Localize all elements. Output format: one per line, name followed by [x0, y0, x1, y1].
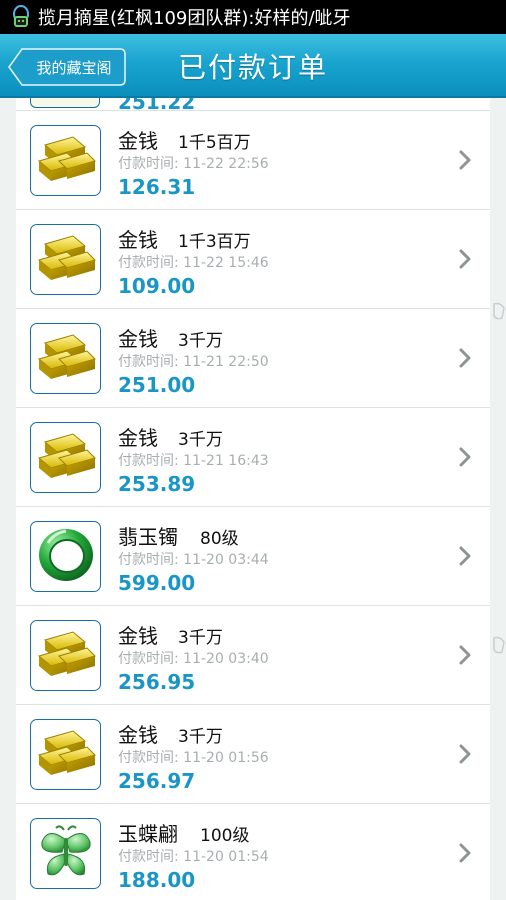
page-title: 已付款订单: [177, 51, 328, 84]
chevron-right-icon[interactable]: [458, 743, 472, 765]
item-thumbnail: [30, 620, 101, 691]
order-price: 251.00: [118, 373, 196, 397]
order-list-item[interactable]: 翡玉镯 80级 付款时间: 11-20 03:44 599.00: [16, 507, 490, 606]
item-thumbnail: [30, 125, 101, 196]
jade-butterfly-icon: [34, 820, 98, 888]
payment-time: 付款时间: 11-20 03:40: [118, 651, 269, 667]
chevron-right-icon[interactable]: [458, 149, 472, 171]
order-list-item[interactable]: 金钱 3千万 付款时间: 11-21 22:50 251.00: [16, 309, 490, 408]
gold-ingot-icon: [35, 428, 97, 488]
order-list-item[interactable]: 金钱 3千万 付款时间: 11-20 03:40 256.95: [16, 606, 490, 705]
gold-ingot-icon: [35, 725, 97, 785]
chevron-right-icon[interactable]: [458, 446, 472, 468]
payment-time: 付款时间: 11-20 01:54: [118, 849, 269, 865]
payment-time: 付款时间: 11-21 22:50: [118, 354, 269, 370]
order-list-item[interactable]: 金钱 3千万 付款时间: 11-20 01:56 256.97: [16, 705, 490, 804]
back-button-label: 我的藏宝阁: [36, 58, 112, 77]
item-thumbnail: [30, 818, 101, 889]
status-bar: 揽月摘星(红枫109团队群):好样的/呲牙: [0, 0, 506, 34]
item-thumbnail: [30, 323, 101, 394]
back-button[interactable]: 我的藏宝阁: [8, 48, 126, 86]
chevron-right-icon[interactable]: [458, 248, 472, 270]
item-quantity: 1千3百万: [178, 232, 251, 252]
gold-ingot-icon: [35, 230, 97, 290]
gold-ingot-icon: [35, 131, 97, 191]
order-price: 256.95: [118, 670, 196, 694]
item-name: 金钱: [118, 129, 158, 153]
chevron-right-icon[interactable]: [458, 347, 472, 369]
item-thumbnail: [30, 98, 100, 108]
order-price: 109.00: [118, 274, 196, 298]
item-quantity: 1千5百万: [178, 133, 251, 153]
item-thumbnail: [30, 422, 101, 493]
jade-bracelet-icon: [34, 523, 98, 591]
item-name: 金钱: [118, 426, 158, 450]
item-thumbnail: [30, 224, 101, 295]
item-quantity: 3千万: [178, 727, 223, 747]
order-list-item[interactable]: 金钱 1千3百万 付款时间: 11-22 15:46 109.00: [16, 210, 490, 309]
qq-notification-icon: [13, 5, 29, 27]
order-price: 188.00: [118, 868, 196, 892]
item-thumbnail: [30, 521, 101, 592]
item-name: 金钱: [118, 327, 158, 351]
payment-time: 付款时间: 11-20 03:44: [118, 552, 269, 568]
payment-time: 付款时间: 11-22 22:56: [118, 156, 269, 172]
item-quantity: 100级: [200, 826, 250, 846]
item-quantity: 3千万: [178, 331, 223, 351]
order-price: 256.97: [118, 769, 196, 793]
navigation-header: 我的藏宝阁 已付款订单: [0, 34, 506, 98]
item-name: 金钱: [118, 624, 158, 648]
payment-time: 付款时间: 11-20 01:56: [118, 750, 269, 766]
order-list[interactable]: 251.22 金钱 1千5百万 付款时间: 11-22 22:56 126.31…: [16, 98, 490, 900]
order-list-item[interactable]: 玉蝶翩 100级 付款时间: 11-20 01:54 188.00: [16, 804, 490, 900]
payment-time: 付款时间: 11-21 16:43: [118, 453, 269, 469]
item-name: 翡玉镯: [118, 525, 178, 549]
notification-text[interactable]: 揽月摘星(红枫109团队群):好样的/呲牙: [38, 4, 351, 30]
order-price: 126.31: [118, 175, 196, 199]
item-quantity: 3千万: [178, 430, 223, 450]
item-name: 金钱: [118, 723, 158, 747]
order-price-partial: 251.22: [118, 98, 196, 111]
gold-ingot-icon: [35, 329, 97, 389]
chevron-right-icon[interactable]: [458, 644, 472, 666]
order-list-item[interactable]: 金钱 3千万 付款时间: 11-21 16:43 253.89: [16, 408, 490, 507]
item-quantity: 3千万: [178, 628, 223, 648]
payment-time: 付款时间: 11-22 15:46: [118, 255, 269, 271]
order-price: 599.00: [118, 571, 196, 595]
chevron-right-icon[interactable]: [458, 545, 472, 567]
list-item-partial[interactable]: 251.22: [16, 98, 490, 111]
item-quantity: 80级: [200, 529, 239, 549]
order-list-item[interactable]: 金钱 1千5百万 付款时间: 11-22 22:56 126.31: [16, 111, 490, 210]
side-handle-icon: [493, 636, 505, 654]
item-name: 金钱: [118, 228, 158, 252]
gold-ingot-icon: [35, 626, 97, 686]
item-name: 玉蝶翩: [118, 822, 178, 846]
chevron-right-icon[interactable]: [458, 842, 472, 864]
side-handle-icon: [493, 302, 505, 320]
order-price: 253.89: [118, 472, 196, 496]
item-thumbnail: [30, 719, 101, 790]
